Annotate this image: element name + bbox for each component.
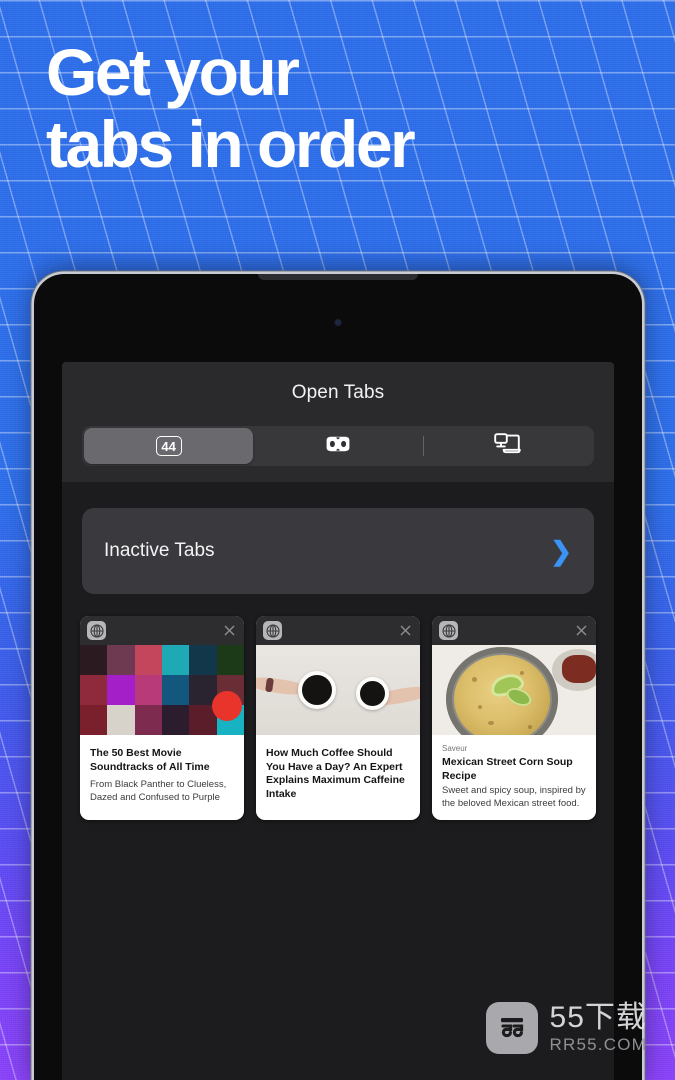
tab-card-title: How Much Coffee Should You Have a Day? A…: [266, 747, 405, 800]
two-coffee-cups-photo: [256, 645, 420, 735]
screen-title: Open Tabs: [291, 382, 385, 403]
private-mask-icon: [325, 436, 351, 457]
tab-card-body: The 50 Best Movie Soundtracks of All Tim…: [80, 735, 244, 814]
segment-private-browsing[interactable]: [253, 428, 422, 464]
collage-badge: [212, 691, 242, 721]
globe-icon: [263, 621, 282, 640]
headline-line-1: Get your: [46, 35, 300, 109]
corn-soup-bowl-photo: [432, 645, 596, 735]
headline-line-2: tabs in order: [46, 107, 416, 182]
watermark-name: 55下载: [549, 1001, 647, 1035]
tab-card-header: [256, 616, 420, 645]
tab-card-body: Saveur Mexican Street Corn Soup Recipe S…: [432, 735, 596, 820]
close-icon[interactable]: [222, 623, 237, 638]
tab-card-description: From Black Panther to Clueless, Dazed an…: [90, 779, 227, 803]
tabs-from-other-devices-icon: [494, 432, 521, 461]
tab-count-icon: 44: [155, 436, 182, 456]
globe-icon: [439, 621, 458, 640]
page-title: Get your tabs in order: [46, 39, 635, 182]
globe-icon: [87, 621, 106, 640]
tab-card-thumbnail: [432, 645, 596, 735]
screen-topbar: Open Tabs 44: [62, 362, 614, 482]
tab-card-thumbnail: [256, 645, 420, 735]
tab-card-description: Sweet and spicy soup, inspired by the be…: [442, 785, 586, 809]
tab-card[interactable]: Saveur Mexican Street Corn Soup Recipe S…: [432, 616, 596, 821]
close-icon[interactable]: [574, 623, 589, 638]
watermark-url: RR55.COM: [549, 1034, 647, 1054]
watermark: 55下载 RR55.COM: [485, 1001, 647, 1054]
close-icon[interactable]: [398, 623, 413, 638]
promo-background: Get your tabs in order Open Tabs 44 Inac…: [0, 0, 675, 1080]
tab-card-header: [80, 616, 244, 645]
safari-tab-overview: Open Tabs 44 Inactive Tabs ❯ The 50 Best…: [62, 362, 614, 1080]
tab-card-thumbnail: [80, 645, 244, 735]
tab-card-header: [432, 616, 596, 645]
tab-mode-segmented-control[interactable]: 44: [82, 426, 594, 466]
inactive-tabs-row[interactable]: Inactive Tabs ❯: [82, 508, 594, 594]
chevron-right-icon: ❯: [550, 536, 572, 566]
tab-card[interactable]: How Much Coffee Should You Have a Day? A…: [256, 616, 420, 821]
tab-card-title: Mexican Street Corn Soup Recipe: [442, 756, 573, 782]
speaker-notch: [258, 274, 418, 280]
tab-card-title: The 50 Best Movie Soundtracks of All Tim…: [90, 747, 210, 773]
tab-card-body: How Much Coffee Should You Have a Day? A…: [256, 735, 420, 817]
tablet-frame: Open Tabs 44 Inactive Tabs ❯ The 50 Best…: [34, 274, 642, 1080]
tab-card[interactable]: The 50 Best Movie Soundtracks of All Tim…: [80, 616, 244, 821]
tab-card-source: Saveur: [442, 744, 468, 753]
movie-poster-collage: [80, 645, 244, 735]
55-logo-icon: [485, 1002, 538, 1054]
segment-open-tabs[interactable]: 44: [84, 428, 254, 464]
camera-dot-icon: [335, 320, 341, 325]
inactive-tabs-label: Inactive Tabs: [104, 540, 215, 561]
tab-card-grid: The 50 Best Movie Soundtracks of All Tim…: [62, 594, 614, 821]
segment-tabs-from-other-devices[interactable]: [422, 428, 592, 464]
